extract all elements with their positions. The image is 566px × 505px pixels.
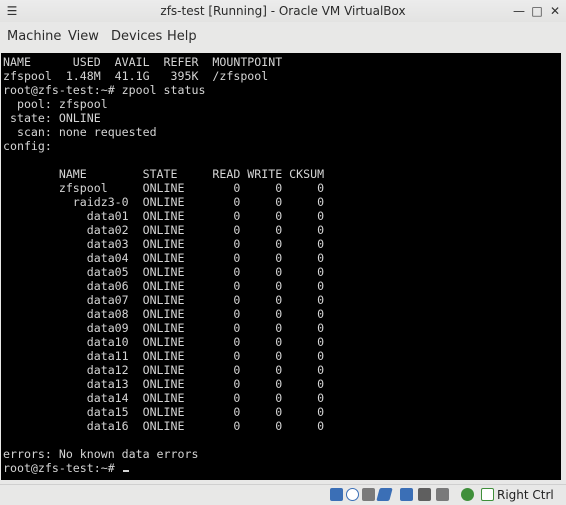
window-title: zfs-test [Running] - Oracle VM VirtualBo… xyxy=(160,4,406,18)
title-bar[interactable]: ☰ zfs-test [Running] - Oracle VM Virtual… xyxy=(0,0,566,22)
video-capture-icon[interactable] xyxy=(418,488,431,501)
menu-devices[interactable]: Devices xyxy=(111,22,162,52)
console-line: data16 ONLINE 0 0 0 xyxy=(3,419,325,433)
console-line: config: xyxy=(3,139,52,153)
console-line: data09 ONLINE 0 0 0 xyxy=(3,321,325,335)
console-line: raidz3-0 ONLINE 0 0 0 xyxy=(3,195,325,209)
console-line: data10 ONLINE 0 0 0 xyxy=(3,335,325,349)
console-line: data11 ONLINE 0 0 0 xyxy=(3,349,325,363)
console-line: data12 ONLINE 0 0 0 xyxy=(3,363,325,377)
minimize-icon[interactable]: — xyxy=(511,3,527,19)
menu-machine[interactable]: Machine xyxy=(7,22,61,52)
text-cursor xyxy=(122,470,129,472)
status-bar: Right Ctrl xyxy=(0,484,566,505)
usb-icon[interactable] xyxy=(362,488,375,501)
menu-help[interactable]: Help xyxy=(167,22,197,52)
console-line: scan: none requested xyxy=(3,125,157,139)
console-line: root@zfs-test:~# zpool status xyxy=(3,83,206,97)
host-key-label: Right Ctrl xyxy=(497,488,554,502)
console-line: data15 ONLINE 0 0 0 xyxy=(3,405,325,419)
console-line: pool: zfspool xyxy=(3,97,108,111)
shared-folder-icon[interactable] xyxy=(376,488,393,501)
console-border xyxy=(561,53,566,480)
mouse-integration-icon[interactable] xyxy=(461,488,474,501)
keyboard-capture-icon[interactable] xyxy=(481,488,494,501)
console-line: data04 ONLINE 0 0 0 xyxy=(3,251,325,265)
console-line: data02 ONLINE 0 0 0 xyxy=(3,223,325,237)
console-line: data05 ONLINE 0 0 0 xyxy=(3,265,325,279)
close-icon[interactable]: ✕ xyxy=(547,3,563,19)
optical-drive-icon[interactable] xyxy=(346,488,359,501)
console-line: NAME STATE READ WRITE CKSUM xyxy=(3,167,325,181)
console-line: errors: No known data errors xyxy=(3,447,199,461)
console-line: data13 ONLINE 0 0 0 xyxy=(3,377,325,391)
console-line: data01 ONLINE 0 0 0 xyxy=(3,209,325,223)
network-icon[interactable] xyxy=(436,488,449,501)
hard-disk-icon[interactable] xyxy=(330,488,343,501)
console-line: NAME USED AVAIL REFER MOUNTPOINT xyxy=(3,55,283,69)
console-line: data08 ONLINE 0 0 0 xyxy=(3,307,325,321)
console-line: data14 ONLINE 0 0 0 xyxy=(3,391,325,405)
vm-console[interactable]: NAME USED AVAIL REFER MOUNTPOINT zfspool … xyxy=(1,53,561,480)
console-line: zfspool ONLINE 0 0 0 xyxy=(3,181,325,195)
console-line: root@zfs-test:~# xyxy=(3,461,129,475)
console-line: data06 ONLINE 0 0 0 xyxy=(3,279,325,293)
display-icon[interactable] xyxy=(400,488,413,501)
menu-bar: Machine View Devices Help xyxy=(0,22,566,52)
console-line: data07 ONLINE 0 0 0 xyxy=(3,293,325,307)
menu-view[interactable]: View xyxy=(68,22,99,52)
virtualbox-window: ☰ zfs-test [Running] - Oracle VM Virtual… xyxy=(0,0,566,505)
console-line: state: ONLINE xyxy=(3,111,101,125)
maximize-icon[interactable]: □ xyxy=(529,3,545,19)
console-line: data03 ONLINE 0 0 0 xyxy=(3,237,325,251)
console-line: zfspool 1.48M 41.1G 395K /zfspool xyxy=(3,69,269,83)
